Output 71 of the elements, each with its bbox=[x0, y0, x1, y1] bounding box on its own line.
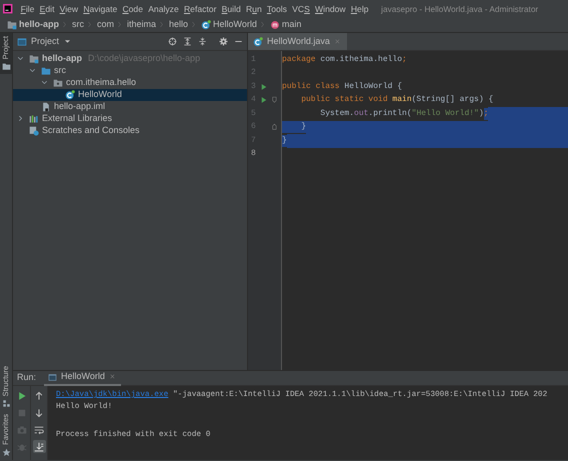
tree-item-label[interactable]: src bbox=[54, 64, 66, 78]
settings-icon[interactable] bbox=[219, 37, 228, 46]
run-icon[interactable] bbox=[16, 390, 26, 400]
menu-item[interactable]: Run bbox=[243, 0, 264, 18]
menu-item[interactable]: Edit bbox=[37, 0, 58, 18]
tree-item-label[interactable]: HelloWorld bbox=[78, 88, 122, 102]
breadcrumb[interactable]: hello-app bbox=[19, 18, 59, 32]
tree-item[interactable]: HelloWorld bbox=[13, 89, 247, 101]
class-icon bbox=[253, 36, 263, 46]
tree-item-label[interactable]: hello-app.iml bbox=[54, 100, 106, 114]
breadcrumb[interactable]: src bbox=[72, 18, 84, 32]
tree-item-label[interactable]: hello-app bbox=[42, 52, 82, 66]
structure-icon bbox=[2, 399, 10, 408]
breadcrumb[interactable]: com bbox=[97, 18, 114, 32]
editor-tab[interactable]: HelloWorld.java bbox=[248, 33, 347, 50]
scratches-icon bbox=[29, 126, 39, 136]
breadcrumb[interactable]: itheima bbox=[127, 18, 156, 32]
line-number: 8 bbox=[250, 148, 257, 160]
package-icon bbox=[53, 78, 63, 88]
code-line: System.out.println("Hello World!"); bbox=[319, 108, 488, 120]
code-line: public static void main(String[] args) { bbox=[300, 94, 494, 106]
panel-icon bbox=[17, 36, 27, 46]
method-icon bbox=[270, 20, 280, 30]
breadcrumb[interactable]: HelloWorld bbox=[213, 18, 257, 32]
menu-item[interactable]: Build bbox=[219, 0, 244, 18]
run-icon[interactable] bbox=[260, 96, 268, 104]
run-label: Run: bbox=[17, 371, 36, 384]
menu-item[interactable]: Window bbox=[312, 0, 348, 18]
code-line: package com.itheima.hello; bbox=[282, 54, 407, 66]
logo-icon bbox=[3, 4, 14, 14]
library-icon bbox=[29, 114, 39, 124]
tree-item[interactable]: Scratches and Consoles bbox=[13, 125, 247, 137]
module-folder-icon bbox=[29, 54, 39, 64]
menu-item[interactable]: Navigate bbox=[80, 0, 120, 18]
breadcrumb[interactable]: hello bbox=[169, 18, 188, 32]
tree-item[interactable]: com.itheima.hello bbox=[13, 77, 247, 89]
tree-item[interactable]: src bbox=[13, 65, 247, 77]
project-view-dropdown[interactable]: Project bbox=[17, 34, 72, 48]
console-icon bbox=[48, 372, 58, 382]
scroll-to-end-icon bbox=[34, 442, 44, 452]
menu-item[interactable]: Tools bbox=[264, 0, 290, 18]
window-title: javasepro - HelloWorld.java - Administrator bbox=[381, 2, 538, 16]
menu-item[interactable]: Help bbox=[348, 0, 372, 18]
file-icon bbox=[41, 102, 51, 112]
folder-icon bbox=[41, 66, 51, 76]
tree-item[interactable]: External Libraries bbox=[13, 113, 247, 125]
menu-item[interactable]: Analyze bbox=[146, 0, 182, 18]
module-folder-icon bbox=[7, 20, 17, 30]
tree-item-label[interactable]: Scratches and Consoles bbox=[42, 124, 140, 138]
folder-icon bbox=[2, 62, 10, 72]
run-icon[interactable] bbox=[260, 82, 268, 91]
code-line: public class HelloWorld { bbox=[282, 80, 402, 93]
toolbar-button[interactable] bbox=[32, 440, 46, 453]
tree-item-label[interactable]: com.itheima.hello bbox=[66, 76, 136, 90]
down-arrow-icon bbox=[34, 408, 44, 418]
class-icon bbox=[201, 20, 212, 30]
collapse-all-icon[interactable] bbox=[198, 37, 207, 46]
menu-item[interactable]: Refactor bbox=[181, 0, 220, 18]
menu-item[interactable]: Code bbox=[120, 0, 146, 18]
breadcrumb[interactable]: main bbox=[282, 18, 302, 32]
up-arrow-icon bbox=[34, 390, 44, 400]
tree-item[interactable]: hello-app.iml bbox=[13, 101, 247, 113]
menu-item[interactable]: View bbox=[57, 0, 81, 18]
expand-all-icon[interactable] bbox=[183, 37, 192, 46]
soft-wrap-icon bbox=[34, 424, 44, 434]
menu-item[interactable]: File bbox=[18, 0, 38, 18]
star-icon bbox=[2, 448, 10, 457]
class-icon bbox=[65, 90, 75, 100]
locate-icon[interactable] bbox=[168, 37, 177, 46]
tree-item-label[interactable]: External Libraries bbox=[42, 112, 112, 126]
menu-item[interactable]: VCS bbox=[290, 0, 312, 18]
